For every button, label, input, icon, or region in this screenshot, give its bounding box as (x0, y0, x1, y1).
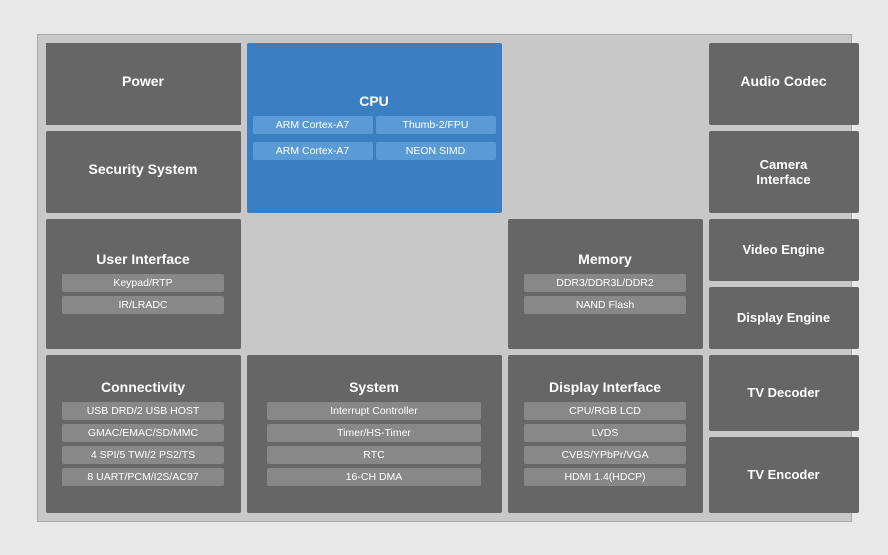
display-interface-block: Display Interface CPU/RGB LCD LVDS CVBS/… (508, 355, 703, 513)
memory-title: Memory (578, 251, 632, 267)
hdmi-item: HDMI 1.4(HDCP) (524, 468, 685, 486)
connectivity-title: Connectivity (101, 379, 185, 395)
user-interface-block: User Interface Keypad/RTP IR/LRADC (46, 219, 241, 349)
right-mid-area: Video Engine Display Engine (709, 219, 859, 349)
left-col-1: Power (46, 43, 241, 125)
nand-item: NAND Flash (524, 296, 685, 314)
video-engine-title: Video Engine (742, 242, 824, 257)
cpu-row1: ARM Cortex-A7 Thumb-2/FPU (253, 114, 496, 136)
rtc-item: RTC (267, 446, 481, 464)
keypad-item: Keypad/RTP (62, 274, 223, 292)
usb-item: USB DRD/2 USB HOST (62, 402, 223, 420)
ir-item: IR/LRADC (62, 296, 223, 314)
security-title: Security System (89, 161, 198, 177)
spi-item: 4 SPI/5 TWI/2 PS2/TS (62, 446, 223, 464)
camera-interface-title: CameraInterface (756, 157, 810, 187)
camera-interface-block: CameraInterface (709, 131, 859, 213)
connectivity-block: Connectivity USB DRD/2 USB HOST GMAC/EMA… (46, 355, 241, 513)
cpu-arm2: ARM Cortex-A7 (253, 142, 373, 160)
gmac-item: GMAC/EMAC/SD/MMC (62, 424, 223, 442)
tv-encoder-title: TV Encoder (747, 467, 819, 482)
cpu-neon: NEON SIMD (376, 142, 496, 160)
dma-item: 16-CH DMA (267, 468, 481, 486)
timer-item: Timer/HS-Timer (267, 424, 481, 442)
ddr-item: DDR3/DDR3L/DDR2 (524, 274, 685, 292)
display-engine-block: Display Engine (709, 287, 859, 349)
cpu-rgb-item: CPU/RGB LCD (524, 402, 685, 420)
interrupt-item: Interrupt Controller (267, 402, 481, 420)
cpu-row2: ARM Cortex-A7 NEON SIMD (253, 140, 496, 162)
cpu-title: CPU (359, 93, 389, 109)
cpu-thumb: Thumb-2/FPU (376, 116, 496, 134)
tv-decoder-block: TV Decoder (709, 355, 859, 431)
system-title: System (349, 379, 399, 395)
right-top-area (508, 43, 703, 125)
tv-decoder-title: TV Decoder (747, 385, 819, 400)
memory-block: Memory DDR3/DDR3L/DDR2 NAND Flash (508, 219, 703, 349)
right-bottom-area: TV Decoder TV Encoder (709, 355, 859, 513)
audio-codec-block: Audio Codec (709, 43, 859, 125)
cpu-block: CPU ARM Cortex-A7 Thumb-2/FPU ARM Cortex… (247, 43, 502, 213)
video-engine-block: Video Engine (709, 219, 859, 281)
audio-codec-title: Audio Codec (740, 73, 826, 89)
cpu-arm1: ARM Cortex-A7 (253, 116, 373, 134)
display-interface-title: Display Interface (549, 379, 661, 395)
tv-encoder-block: TV Encoder (709, 437, 859, 513)
display-engine-title: Display Engine (737, 310, 830, 325)
uart-item: 8 UART/PCM/I2S/AC97 (62, 468, 223, 486)
lvds-item: LVDS (524, 424, 685, 442)
security-block: Security System (46, 131, 241, 213)
user-interface-title: User Interface (96, 251, 189, 267)
system-block: System Interrupt Controller Timer/HS-Tim… (247, 355, 502, 513)
diagram: Power CPU ARM Cortex-A7 Thumb-2/FPU ARM … (37, 34, 852, 522)
power-title: Power (46, 73, 241, 89)
cvbs-item: CVBS/YPbPr/VGA (524, 446, 685, 464)
